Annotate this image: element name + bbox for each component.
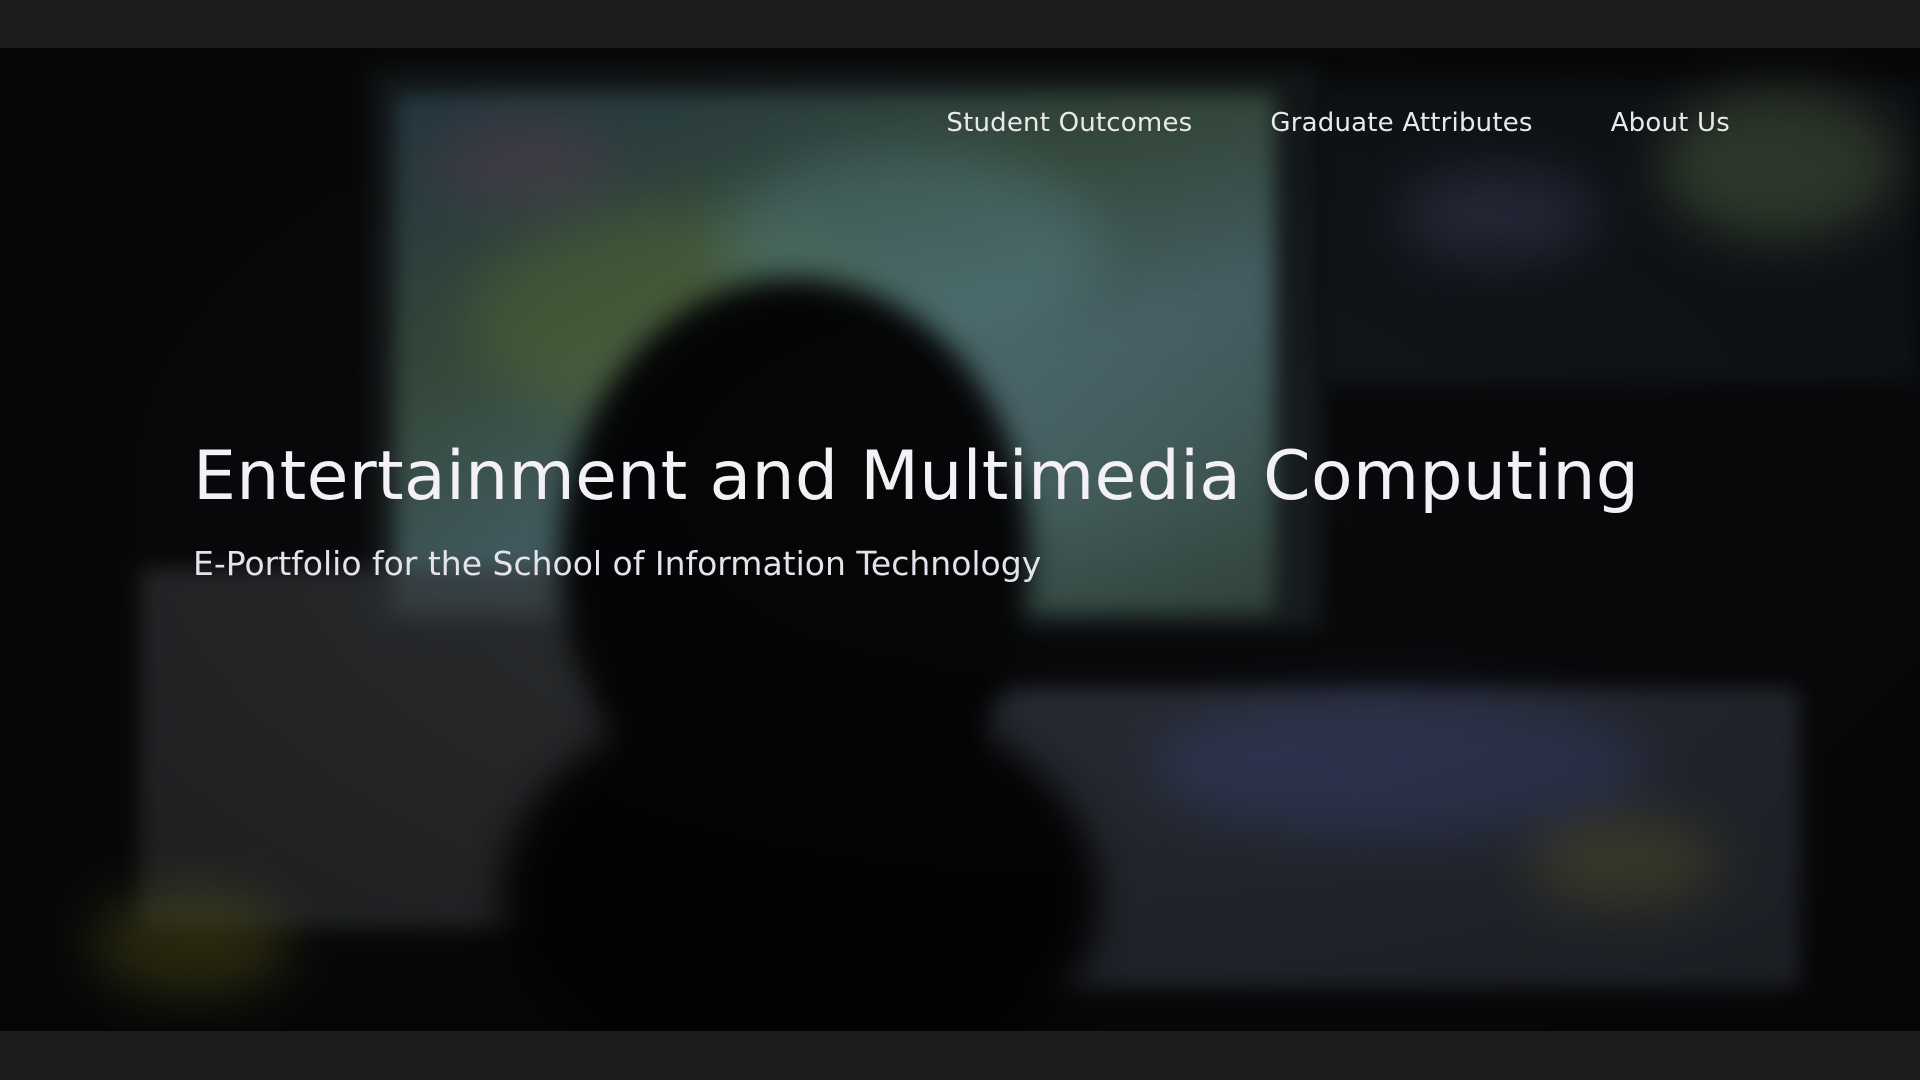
bottom-letterbox-bar xyxy=(0,1031,1920,1080)
hero-dark-overlay xyxy=(0,48,1920,1031)
hero-title: Entertainment and Multimedia Computing xyxy=(193,437,1640,516)
top-letterbox-bar xyxy=(0,0,1920,48)
top-navigation: Student Outcomes Graduate Attributes Abo… xyxy=(946,108,1730,138)
nav-link-student-outcomes[interactable]: Student Outcomes xyxy=(946,108,1192,138)
nav-link-graduate-attributes[interactable]: Graduate Attributes xyxy=(1270,108,1532,138)
nav-link-about-us[interactable]: About Us xyxy=(1611,108,1730,138)
hero-subtitle: E-Portfolio for the School of Informatio… xyxy=(193,544,1042,583)
hero-banner: Student Outcomes Graduate Attributes Abo… xyxy=(0,48,1920,1031)
